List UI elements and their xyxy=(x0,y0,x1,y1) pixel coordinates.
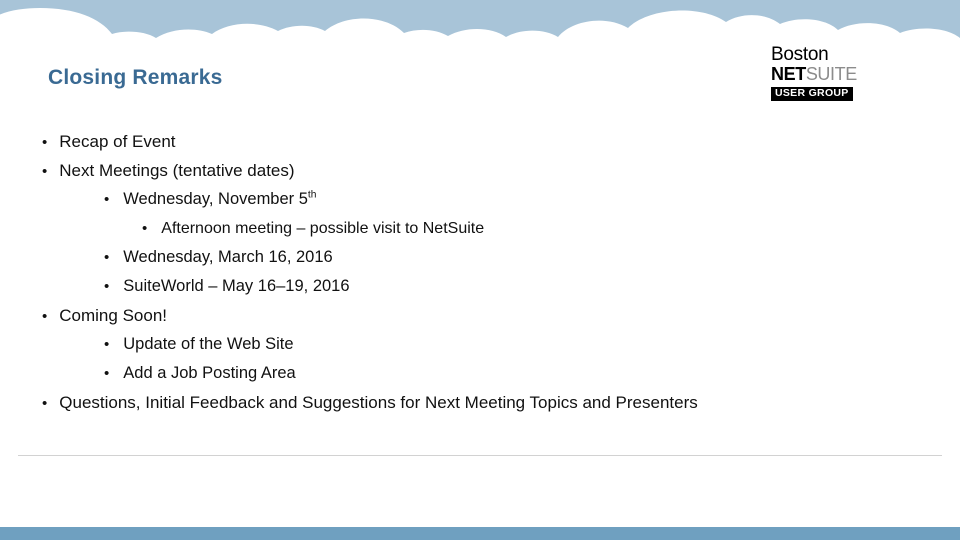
list-item-text: Add a Job Posting Area xyxy=(123,364,296,382)
bullet-marker-icon: • xyxy=(104,278,110,295)
sponsor-logo-strip: N NETSUITE erpguru BMICloud Solutions at… xyxy=(0,466,960,526)
list-item: • Wednesday, March 16, 2016 xyxy=(42,243,922,272)
list-item: • Coming Soon! xyxy=(42,301,922,330)
bullet-marker-icon: • xyxy=(104,336,110,353)
list-item-text: Wednesday, November 5th xyxy=(123,185,316,214)
page-title: Closing Remarks xyxy=(48,66,223,89)
bullet-marker-icon: • xyxy=(104,249,110,266)
footer-accent-bar xyxy=(0,527,960,540)
list-item: • Add a Job Posting Area xyxy=(42,359,922,388)
bullet-marker-icon: • xyxy=(42,395,48,412)
ordinal-suffix: th xyxy=(307,189,317,201)
logo-suite-text: SUITE xyxy=(805,64,857,85)
list-item: • Afternoon meeting – possible visit to … xyxy=(42,214,922,243)
list-item-text: Questions, Initial Feedback and Suggesti… xyxy=(59,393,698,412)
bullet-marker-icon: • xyxy=(104,191,110,208)
list-item: • Next Meetings (tentative dates) xyxy=(42,156,922,185)
list-item-text-main: Wednesday, November 5 xyxy=(123,190,308,208)
bullet-list: • Recap of Event • Next Meetings (tentat… xyxy=(42,127,922,417)
list-item-text: Recap of Event xyxy=(59,132,176,151)
list-item-text: Wednesday, March 16, 2016 xyxy=(123,248,333,266)
list-item-text: Update of the Web Site xyxy=(123,335,294,353)
list-item: • Recap of Event xyxy=(42,127,922,156)
list-item: • SuiteWorld – May 16–19, 2016 xyxy=(42,272,922,301)
bullet-marker-icon: • xyxy=(42,308,48,325)
list-item: • Wednesday, November 5th xyxy=(42,185,922,214)
logo-line-netsuite: NETSUITE xyxy=(771,65,867,84)
bullet-marker-icon: • xyxy=(42,134,48,151)
bullet-marker-icon: • xyxy=(142,220,148,237)
logo-line-boston: Boston xyxy=(771,44,829,65)
list-item-text: Coming Soon! xyxy=(59,306,167,325)
list-item-text: Afternoon meeting – possible visit to Ne… xyxy=(161,220,485,237)
boston-netsuite-user-group-logo: Boston NETSUITE USER GROUP xyxy=(771,44,867,102)
logo-net-text: NET xyxy=(771,64,806,85)
list-item: • Update of the Web Site xyxy=(42,330,922,359)
list-item-text: Next Meetings (tentative dates) xyxy=(59,161,295,180)
logo-user-group-badge: USER GROUP xyxy=(771,87,853,102)
bullet-marker-icon: • xyxy=(104,365,110,382)
bullet-marker-icon: • xyxy=(42,163,48,180)
slide-canvas: Closing Remarks Boston NETSUITE USER GRO… xyxy=(0,0,960,540)
list-item-text: SuiteWorld – May 16–19, 2016 xyxy=(123,277,350,295)
footer-divider xyxy=(18,455,942,456)
list-item: • Questions, Initial Feedback and Sugges… xyxy=(42,388,922,417)
